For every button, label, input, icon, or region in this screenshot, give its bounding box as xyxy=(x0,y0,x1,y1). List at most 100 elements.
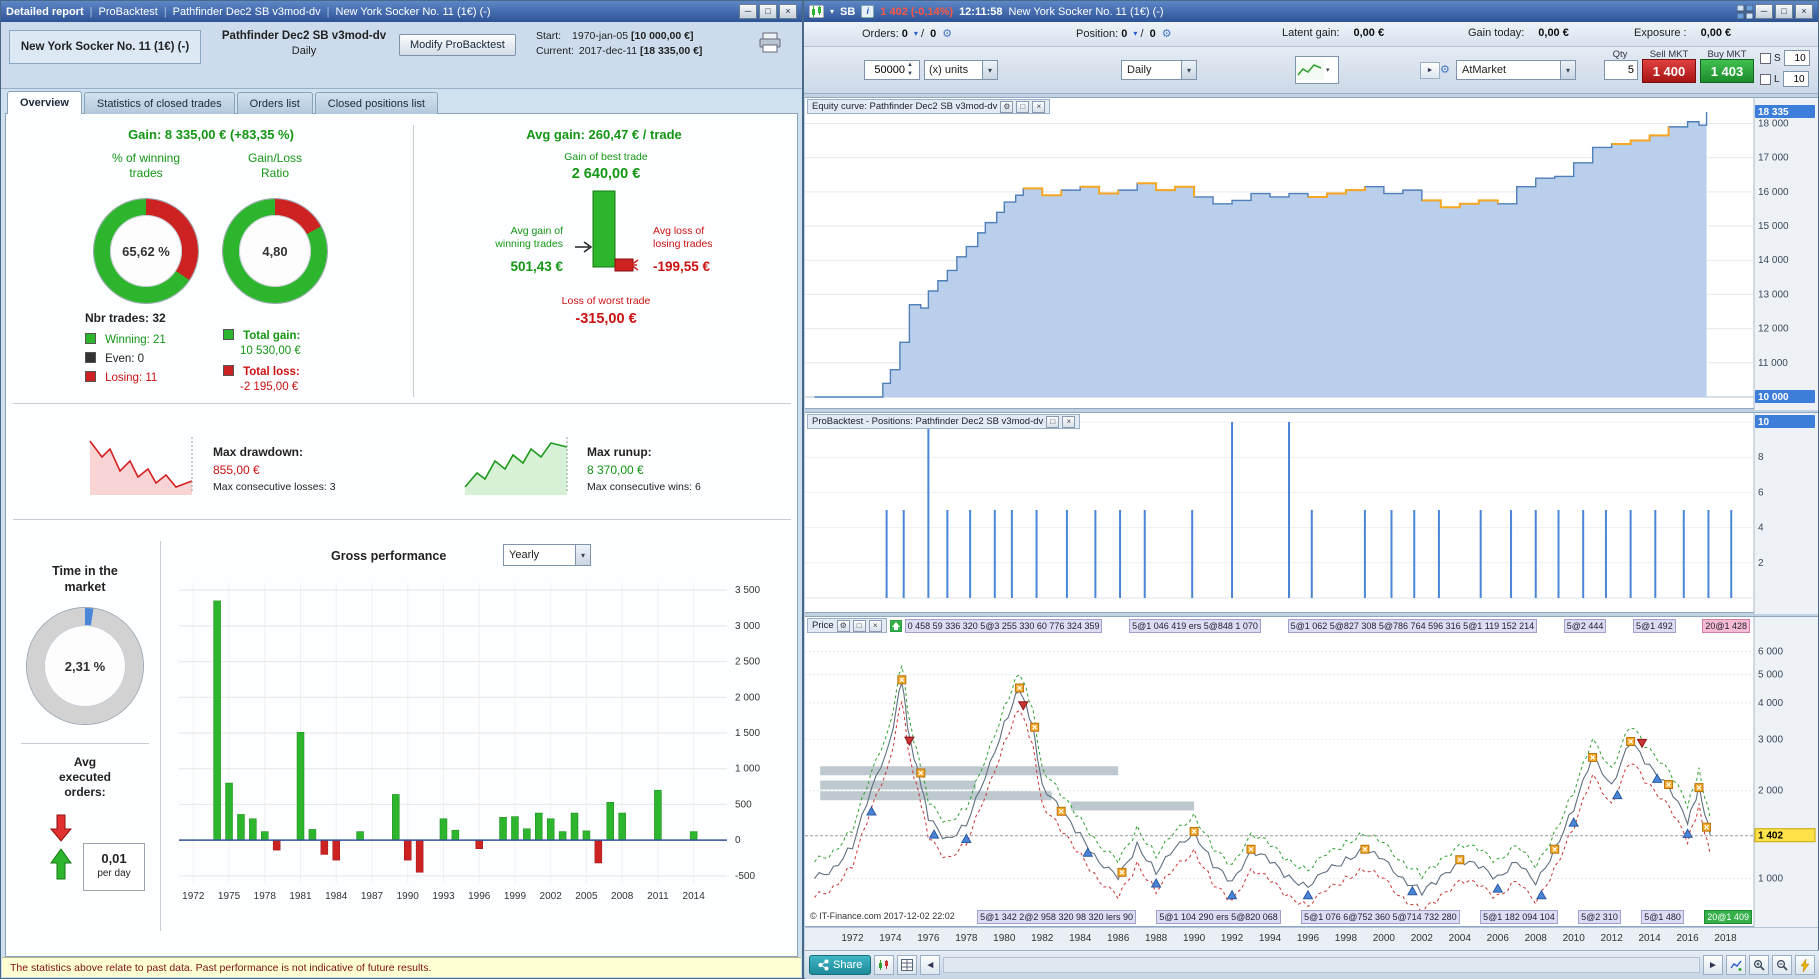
drawdown-value: 855,00 € xyxy=(213,463,260,477)
grid-tool-button[interactable] xyxy=(897,955,918,975)
limit-label: L xyxy=(1774,73,1780,85)
gain-loss-ratio-title: Gain/Loss Ratio xyxy=(247,151,303,180)
workspace-grid-icon[interactable] xyxy=(1737,4,1753,19)
chevron-down-icon[interactable]: ▾ xyxy=(830,7,834,16)
order-settings-icon[interactable]: ⚙ xyxy=(1440,63,1450,76)
flash-order-button[interactable] xyxy=(1795,955,1815,975)
zoom-out-button[interactable] xyxy=(1772,955,1792,975)
new-chart-button[interactable] xyxy=(1726,955,1746,975)
units-select[interactable]: (x) units ▾ xyxy=(924,60,998,80)
chart-plus-icon xyxy=(1729,960,1742,971)
stop-checkbox[interactable] xyxy=(1760,52,1771,64)
svg-text:1981: 1981 xyxy=(289,891,312,902)
x-axis-year-label: 2000 xyxy=(1372,933,1395,944)
panel-settings-icon[interactable]: ⚙ xyxy=(836,619,850,632)
panel-close-icon[interactable]: × xyxy=(1032,100,1046,113)
chart-style-button[interactable]: ▾ xyxy=(1295,56,1339,84)
buy-mkt-button[interactable]: 1 403 xyxy=(1700,59,1754,83)
chart-tool-button[interactable] xyxy=(874,955,895,975)
panel-close-icon[interactable]: × xyxy=(868,619,882,632)
separator: | xyxy=(89,5,93,18)
svg-text:11 000: 11 000 xyxy=(1758,358,1788,369)
price-chart[interactable]: 6 000 5 000 4 000 3 000 2 000 1 402 1 000 xyxy=(805,617,1818,928)
equity-curve-chart[interactable]: 18 33518 000 17 000 16 000 15 000 14 000 13 0… xyxy=(805,98,1818,410)
panel-window-icon[interactable]: □ xyxy=(1016,100,1030,113)
x-axis-year-label: 2018 xyxy=(1714,933,1737,944)
panel-window-icon[interactable]: □ xyxy=(1046,415,1060,428)
svg-text:3 500: 3 500 xyxy=(735,585,760,596)
position-settings-icon[interactable]: ⚙ xyxy=(1162,28,1172,40)
order-tags-top: 0 458 59 336 320 5@3 255 330 60 776 324 … xyxy=(904,618,1750,633)
tab-closed-positions-list[interactable]: Closed positions list xyxy=(314,92,438,114)
report-header: New York Socker No. 11 (1€) (-) Pathfind… xyxy=(1,22,802,89)
orders-dropdown-icon[interactable]: ▾ xyxy=(914,29,918,38)
scroll-right-button[interactable]: ► xyxy=(1703,955,1723,975)
best-trade-label: Gain of best trade xyxy=(564,151,648,163)
zoom-in-button[interactable] xyxy=(1749,955,1769,975)
svg-text:16 000: 16 000 xyxy=(1758,187,1789,198)
chevron-down-icon: ▾ xyxy=(1181,61,1196,79)
stop-input[interactable] xyxy=(1783,50,1810,66)
gain-loss-ratio-donut: 4,80 xyxy=(223,199,327,303)
sell-mkt-button[interactable]: 1 400 xyxy=(1642,59,1696,83)
x-axis-year-label: 1980 xyxy=(993,933,1016,944)
x-axis-year-label: 2012 xyxy=(1600,933,1623,944)
time-axis[interactable]: 1972 1974 1976 1978 1980 1982 1984 1986 1988 1990… xyxy=(805,927,1818,950)
svg-text:15 000: 15 000 xyxy=(1758,221,1789,232)
orders-settings-icon[interactable]: ⚙ xyxy=(942,28,952,40)
svg-text:1984: 1984 xyxy=(325,891,348,902)
maximize-icon[interactable]: □ xyxy=(759,4,777,19)
maximize-icon[interactable]: □ xyxy=(1775,4,1793,19)
qty-input[interactable] xyxy=(1604,60,1638,80)
order-tag: 0 458 59 336 320 5@3 255 330 60 776 324 … xyxy=(904,618,1103,633)
strategy-name: Pathfinder Dec2 SB v3mod-dv xyxy=(221,30,387,42)
close-icon[interactable]: × xyxy=(779,4,797,19)
panel-window-icon[interactable]: □ xyxy=(852,619,866,632)
svg-text:12 000: 12 000 xyxy=(1758,324,1789,335)
legend-winning: Winning: 21 xyxy=(85,333,166,346)
svg-text:2 500: 2 500 xyxy=(735,657,760,668)
positions-chart[interactable]: 10 8 6 4 2 xyxy=(805,413,1818,614)
collapse-arrow-button[interactable]: ► xyxy=(1420,62,1440,79)
order-tag: 5@1 104 290 ers 5@820 068 xyxy=(1156,910,1281,924)
position-summary: Position: 0 ▾ / 0 ⚙ xyxy=(1076,28,1172,40)
limit-checkbox[interactable] xyxy=(1760,73,1771,85)
mini-chart-icon xyxy=(1296,60,1324,80)
panel-settings-icon[interactable]: ⚙ xyxy=(1000,100,1014,113)
print-icon[interactable] xyxy=(758,32,782,54)
order-tag: © IT-Finance.com 2017-12-02 22:02 xyxy=(810,911,955,921)
timeframe-select[interactable]: Daily ▾ xyxy=(1121,60,1197,80)
tab-overview[interactable]: Overview xyxy=(7,91,82,114)
panel-close-icon[interactable]: × xyxy=(1062,415,1076,428)
x-axis-year-label: 2010 xyxy=(1562,933,1585,944)
limit-input[interactable] xyxy=(1782,71,1809,87)
share-button[interactable]: Share xyxy=(809,955,872,975)
info-row: Orders: 0 ▾ / 0 ⚙ Position: 0 ▾ / 0 ⚙ Late… xyxy=(804,22,1818,47)
x-axis-year-label: 2008 xyxy=(1524,933,1547,944)
svg-text:2002: 2002 xyxy=(540,891,563,902)
scroll-left-button[interactable]: ◄ xyxy=(920,955,941,975)
info-icon[interactable]: i xyxy=(861,5,875,18)
amount-spinner[interactable]: ▲ ▼ xyxy=(907,61,913,79)
position-dropdown-icon[interactable]: ▾ xyxy=(1133,29,1137,38)
minimize-icon[interactable]: ─ xyxy=(1755,4,1773,19)
order-tag: 5@1 062 5@827 308 5@786 764 596 316 5@1 … xyxy=(1287,618,1538,633)
order-type-select[interactable]: AtMarket ▾ xyxy=(1456,60,1576,80)
svg-text:3 000: 3 000 xyxy=(735,621,760,632)
divider xyxy=(13,519,791,520)
winning-color-swatch xyxy=(85,333,96,344)
svg-text:1978: 1978 xyxy=(254,891,277,902)
terminal-titlebar[interactable]: ▾ SB i 1 402 (-0,14%) 12:11:58 New York … xyxy=(804,1,1818,22)
report-titlebar[interactable]: Detailed report | ProBacktest | Pathfind… xyxy=(1,1,802,22)
close-icon[interactable]: × xyxy=(1795,4,1813,19)
chart-scrollbar[interactable] xyxy=(943,957,1700,973)
modify-probacktest-button[interactable]: Modify ProBacktest xyxy=(399,34,516,56)
tab-statistics-of-closed-trades[interactable]: Statistics of closed trades xyxy=(83,92,235,114)
report-title-instrument: New York Socker No. 11 (1€) (-) xyxy=(335,5,491,18)
minimize-icon[interactable]: ─ xyxy=(739,4,757,19)
period-select[interactable]: Yearly ▾ xyxy=(503,544,591,566)
svg-text:17 000: 17 000 xyxy=(1758,153,1789,164)
tab-orders-list[interactable]: Orders list xyxy=(236,92,313,114)
total-gain-value: 10 530,00 € xyxy=(240,345,301,357)
x-axis-year-label: 1992 xyxy=(1220,933,1244,944)
